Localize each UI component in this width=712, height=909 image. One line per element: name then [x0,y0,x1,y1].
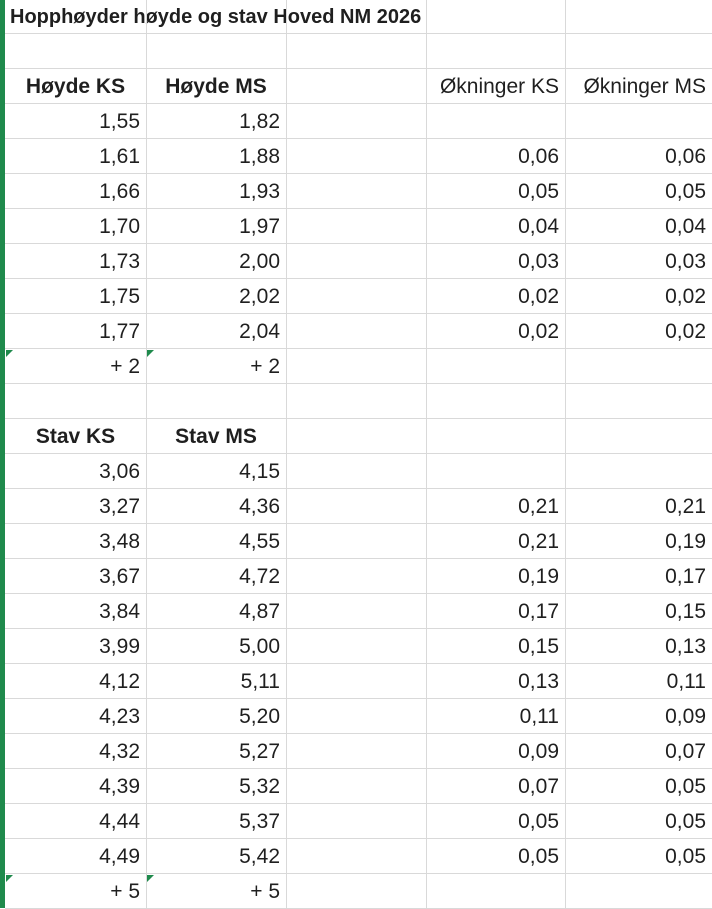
hoyde-okning-ms-cell[interactable]: 0,06 [565,139,712,174]
stav-okning-ks-cell[interactable]: 0,05 [426,839,565,874]
stav-okning-ks-cell[interactable]: 0,17 [426,594,565,629]
text-number-warning-flag-icon [147,875,154,882]
stav-ms-cell[interactable]: 4,87 [146,594,286,629]
hoyde-okning-ms-cell[interactable]: 0,02 [565,279,712,314]
hoyde-ks-cell[interactable]: 1,75 [5,279,146,314]
hoyde-ms-cell[interactable]: 2,04 [146,314,286,349]
text-number-warning-flag-icon [147,350,154,357]
stav-okning-ks-cell[interactable]: 0,13 [426,664,565,699]
stav-okning-ks-cell[interactable]: 0,11 [426,699,565,734]
hoyde-ms-cell[interactable]: 1,93 [146,174,286,209]
column-gridline [286,0,287,908]
stav-okning-ms-cell[interactable]: 0,05 [565,769,712,804]
stav-ks-cell[interactable]: 3,48 [5,524,146,559]
stav-okning-ks-cell[interactable]: 0,09 [426,734,565,769]
text-number-warning-flag-icon [6,875,13,882]
hoyde-okning-ks-cell[interactable]: 0,02 [426,314,565,349]
stav-ks-cell[interactable]: 3,67 [5,559,146,594]
stav-ms-cell[interactable]: 5,20 [146,699,286,734]
stav-okning-ms-cell[interactable]: 0,05 [565,839,712,874]
header-hoyde-ks[interactable]: Høyde KS [5,69,146,104]
stav-ms-cell[interactable]: 5,37 [146,804,286,839]
stav-okning-ks-cell[interactable]: 0,21 [426,524,565,559]
stav-ks-cell[interactable]: 4,12 [5,664,146,699]
stav-ks-cell[interactable]: 4,44 [5,804,146,839]
title-row [5,0,712,34]
stav-okning-ks-cell[interactable]: 0,19 [426,559,565,594]
stav-ms-cell[interactable]: 4,36 [146,489,286,524]
stav-ks-cell[interactable]: 3,27 [5,489,146,524]
hoyde-okning-ks-cell[interactable] [426,104,565,139]
hoyde-ms-cell[interactable]: 2,02 [146,279,286,314]
stav-ks-cell[interactable]: 4,32 [5,734,146,769]
stav-ms-cell[interactable]: 4,72 [146,559,286,594]
hoyde-ms-cell[interactable]: 1,88 [146,139,286,174]
header-stav-ks[interactable]: Stav KS [5,419,146,454]
stav-okning-ms-cell[interactable]: 0,15 [565,594,712,629]
column-gridline [565,0,566,908]
stav-ks-cell[interactable]: 4,39 [5,769,146,804]
spreadsheet-sheet: Hopphøyder høyde og stav Hoved NM 2026 H… [0,0,712,909]
stav-ks-cell[interactable]: 3,99 [5,629,146,664]
hoyde-ks-cell[interactable]: 1,73 [5,244,146,279]
hoyde-okning-ms-cell[interactable] [565,104,712,139]
stav-ms-cell[interactable]: 5,42 [146,839,286,874]
sheet-row [5,384,712,419]
hoyde-ks-cell[interactable]: 1,77 [5,314,146,349]
stav-okning-ks-cell[interactable]: 0,21 [426,489,565,524]
hoyde-okning-ks-cell[interactable]: 0,06 [426,139,565,174]
hoyde-okning-ks-cell[interactable]: 0,03 [426,244,565,279]
stav-okning-ms-cell[interactable] [565,454,712,489]
stav-okning-ms-cell[interactable]: 0,13 [565,629,712,664]
hoyde-okning-ms-cell[interactable]: 0,04 [565,209,712,244]
hoyde-ks-cell[interactable]: 1,70 [5,209,146,244]
stav-okning-ms-cell[interactable]: 0,21 [565,489,712,524]
stav-okning-ms-cell[interactable]: 0,07 [565,734,712,769]
stav-ms-extra-cell[interactable]: + 5 [146,874,286,909]
stav-okning-ks-cell[interactable]: 0,07 [426,769,565,804]
stav-ms-cell[interactable]: 5,00 [146,629,286,664]
stav-okning-ms-cell[interactable]: 0,19 [565,524,712,559]
hoyde-ks-cell[interactable]: 1,66 [5,174,146,209]
header-hoyde-ms[interactable]: Høyde MS [146,69,286,104]
hoyde-ms-extra-cell[interactable]: + 2 [146,349,286,384]
stav-ks-cell[interactable]: 3,84 [5,594,146,629]
stav-ms-cell[interactable]: 4,15 [146,454,286,489]
stav-okning-ms-cell[interactable]: 0,05 [565,804,712,839]
header-okninger-ms[interactable]: Økninger MS [565,69,712,104]
sheet-row [5,34,712,69]
text-number-warning-flag-icon [6,350,13,357]
hoyde-okning-ms-cell[interactable]: 0,05 [565,174,712,209]
stav-ms-cell[interactable]: 5,11 [146,664,286,699]
hoyde-okning-ms-cell[interactable]: 0,03 [565,244,712,279]
stav-ks-cell[interactable]: 3,06 [5,454,146,489]
column-gridline [426,0,427,908]
stav-okning-ks-cell[interactable]: 0,05 [426,804,565,839]
hoyde-ks-extra-cell[interactable]: + 2 [5,349,146,384]
hoyde-ks-cell[interactable]: 1,55 [5,104,146,139]
hoyde-okning-ms-cell[interactable]: 0,02 [565,314,712,349]
stav-ms-cell[interactable]: 4,55 [146,524,286,559]
hoyde-ms-cell[interactable]: 2,00 [146,244,286,279]
header-okninger-ks[interactable]: Økninger KS [426,69,565,104]
stav-okning-ms-cell[interactable]: 0,17 [565,559,712,594]
stav-ks-cell[interactable]: 4,23 [5,699,146,734]
stav-okning-ks-cell[interactable] [426,454,565,489]
stav-okning-ms-cell[interactable]: 0,09 [565,699,712,734]
hoyde-ms-cell[interactable]: 1,82 [146,104,286,139]
stav-ks-extra-cell[interactable]: + 5 [5,874,146,909]
hoyde-ms-cell[interactable]: 1,97 [146,209,286,244]
hoyde-okning-ks-cell[interactable]: 0,04 [426,209,565,244]
column-gridline [146,0,147,908]
hoyde-okning-ks-cell[interactable]: 0,02 [426,279,565,314]
stav-ms-cell[interactable]: 5,27 [146,734,286,769]
hoyde-ks-cell[interactable]: 1,61 [5,139,146,174]
hoyde-okning-ks-cell[interactable]: 0,05 [426,174,565,209]
header-stav-ms[interactable]: Stav MS [146,419,286,454]
stav-okning-ms-cell[interactable]: 0,11 [565,664,712,699]
stav-ks-cell[interactable]: 4,49 [5,839,146,874]
stav-okning-ks-cell[interactable]: 0,15 [426,629,565,664]
stav-ms-cell[interactable]: 5,32 [146,769,286,804]
